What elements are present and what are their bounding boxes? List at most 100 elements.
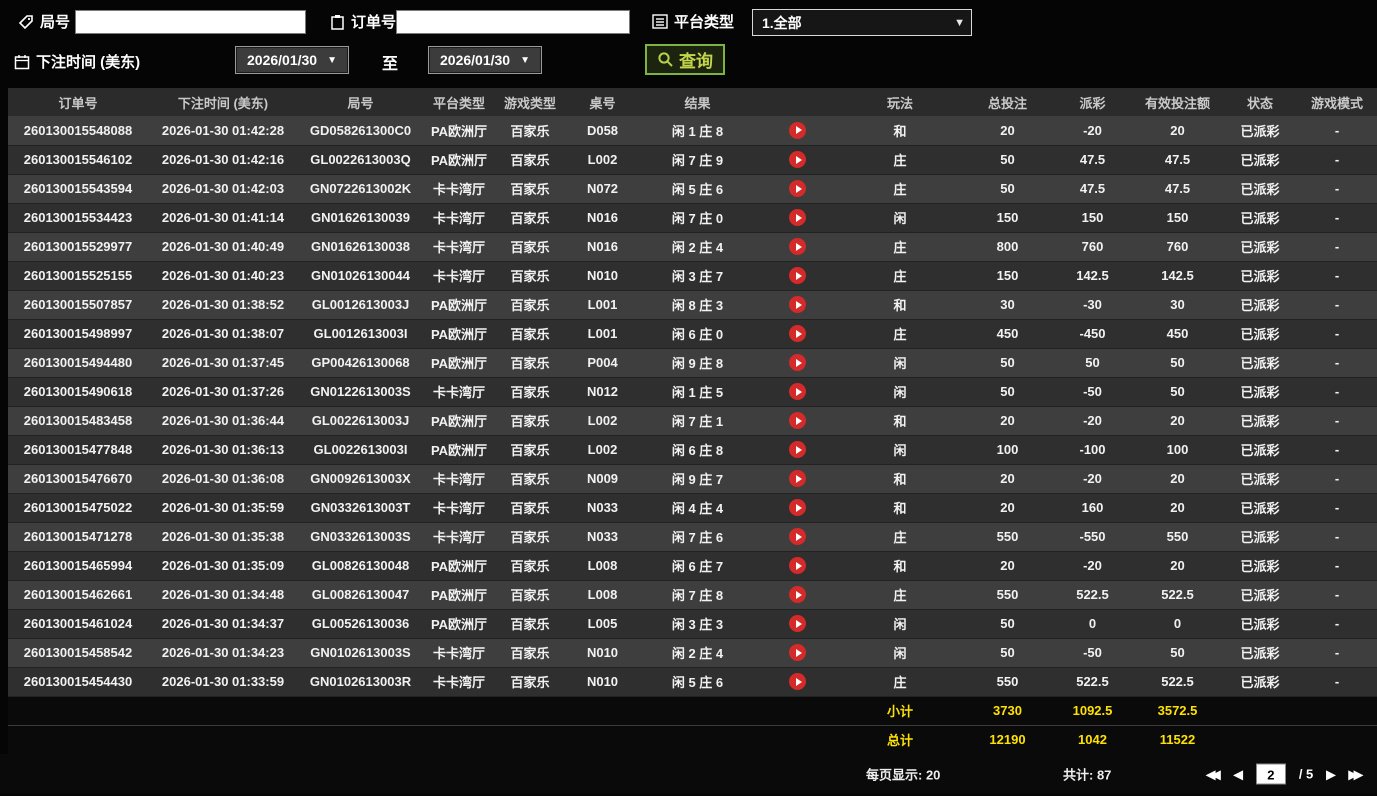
total-pages-label: / 5 [1298,766,1314,782]
column-header: 平台类型 [423,88,495,116]
current-page-input[interactable]: 2 [1255,763,1286,785]
prev-page-button[interactable]: ◀ [1234,767,1243,781]
cell-game: 百家乐 [495,464,565,494]
total-payout: 1042 [1055,724,1130,754]
column-header: 结果 [640,88,755,116]
play-icon[interactable] [789,499,806,517]
play-icon[interactable] [789,470,806,488]
cell-order: 260130015543594 [8,174,148,204]
cell-order: 260130015548088 [8,116,148,146]
play-icon[interactable] [789,209,806,227]
cell-round: GN0122613003S [298,377,423,407]
replay-cell [755,232,840,262]
play-icon[interactable] [789,586,806,604]
cell-order: 260130015458542 [8,638,148,668]
cell-game: 百家乐 [495,522,565,552]
cell-result: 闲 6 庄 8 [640,435,755,465]
cell-game: 百家乐 [495,261,565,291]
play-icon[interactable] [789,615,806,633]
play-icon[interactable] [789,354,806,372]
subtotal-label: 小计 [840,695,960,725]
play-icon[interactable] [789,441,806,459]
cell-valid: 522.5 [1130,580,1225,610]
play-icon[interactable] [789,121,806,139]
cell-time: 2026-01-30 01:35:38 [148,522,298,552]
date-to-picker[interactable]: 2026/01/30 ▼ [428,46,542,74]
first-page-button[interactable]: ◀◀ [1206,767,1221,781]
cell-bet: 550 [960,667,1055,697]
play-triangle [795,648,802,657]
cell-table_no: L008 [565,551,640,581]
play-icon[interactable] [789,151,806,169]
cell-result: 闲 7 庄 6 [640,522,755,552]
cell-bet: 50 [960,609,1055,639]
cell-platform: PA欧洲厅 [423,319,495,349]
cell-order: 260130015475022 [8,493,148,523]
play-icon[interactable] [789,267,806,285]
date-from-picker[interactable]: 2026/01/30 ▼ [235,46,349,74]
play-icon[interactable] [789,325,806,343]
table-row: 260130015548088 2026-01-30 01:42:28 GD0582… [8,116,1377,146]
cell-result: 闲 9 庄 8 [640,348,755,378]
play-icon[interactable] [789,528,806,546]
play-icon[interactable] [789,557,806,575]
play-icon[interactable] [789,412,806,430]
column-header: 订单号 [8,88,148,116]
cell-payout: 50 [1055,348,1130,378]
replay-cell [755,319,840,349]
column-header: 派彩 [1055,88,1130,116]
last-page-button[interactable]: ▶▶ [1349,767,1364,781]
cell-status: 已派彩 [1225,348,1295,378]
play-icon[interactable] [789,180,806,198]
table-row: 260130015525155 2026-01-30 01:40:23 GN0102… [8,261,1377,291]
cell-round: GP00426130068 [298,348,423,378]
play-triangle [795,126,802,135]
cell-order: 260130015494480 [8,348,148,378]
cell-payout: -30 [1055,290,1130,320]
cell-platform: PA欧洲厅 [423,145,495,175]
next-page-button[interactable]: ▶ [1326,767,1335,781]
search-button[interactable]: 查询 [645,44,725,75]
cell-status: 已派彩 [1225,116,1295,146]
play-icon[interactable] [789,296,806,314]
table-row: 260130015477848 2026-01-30 01:36:13 GL0022… [8,435,1377,465]
cell-play: 庄 [840,319,960,349]
cell-round: GL0012613003I [298,319,423,349]
play-triangle [795,532,802,541]
cell-order: 260130015498997 [8,319,148,349]
cell-mode: - [1295,145,1377,175]
play-icon[interactable] [789,383,806,401]
cell-play: 庄 [840,174,960,204]
round-number-input[interactable] [75,10,306,34]
table-row: 260130015458542 2026-01-30 01:34:23 GN0102… [8,638,1377,668]
play-icon[interactable] [789,644,806,662]
cell-order: 260130015477848 [8,435,148,465]
cell-time: 2026-01-30 01:36:44 [148,406,298,436]
list-icon [652,14,668,29]
cell-round: GL00526130036 [298,609,423,639]
column-header: 总投注 [960,88,1055,116]
cell-order: 260130015462661 [8,580,148,610]
cell-time: 2026-01-30 01:34:48 [148,580,298,610]
cell-valid: 0 [1130,609,1225,639]
platform-type-select[interactable]: 1.全部 ▼ [752,9,972,36]
cell-mode: - [1295,174,1377,204]
play-icon[interactable] [789,673,806,691]
cell-status: 已派彩 [1225,493,1295,523]
cell-payout: 0 [1055,609,1130,639]
cell-mode: - [1295,638,1377,668]
cell-result: 闲 9 庄 7 [640,464,755,494]
cell-table_no: L008 [565,580,640,610]
cell-game: 百家乐 [495,580,565,610]
table-row: 260130015490618 2026-01-30 01:37:26 GN0122… [8,377,1377,407]
cell-time: 2026-01-30 01:37:45 [148,348,298,378]
per-page-label: 每页显示: 20 [866,767,941,783]
replay-cell [755,203,840,233]
order-number-input[interactable] [396,10,630,34]
play-icon[interactable] [789,238,806,256]
cell-payout: -20 [1055,551,1130,581]
date-range-to-label: 至 [382,56,399,73]
cell-valid: 30 [1130,290,1225,320]
table-row: 260130015507857 2026-01-30 01:38:52 GL0012… [8,290,1377,320]
cell-status: 已派彩 [1225,232,1295,262]
